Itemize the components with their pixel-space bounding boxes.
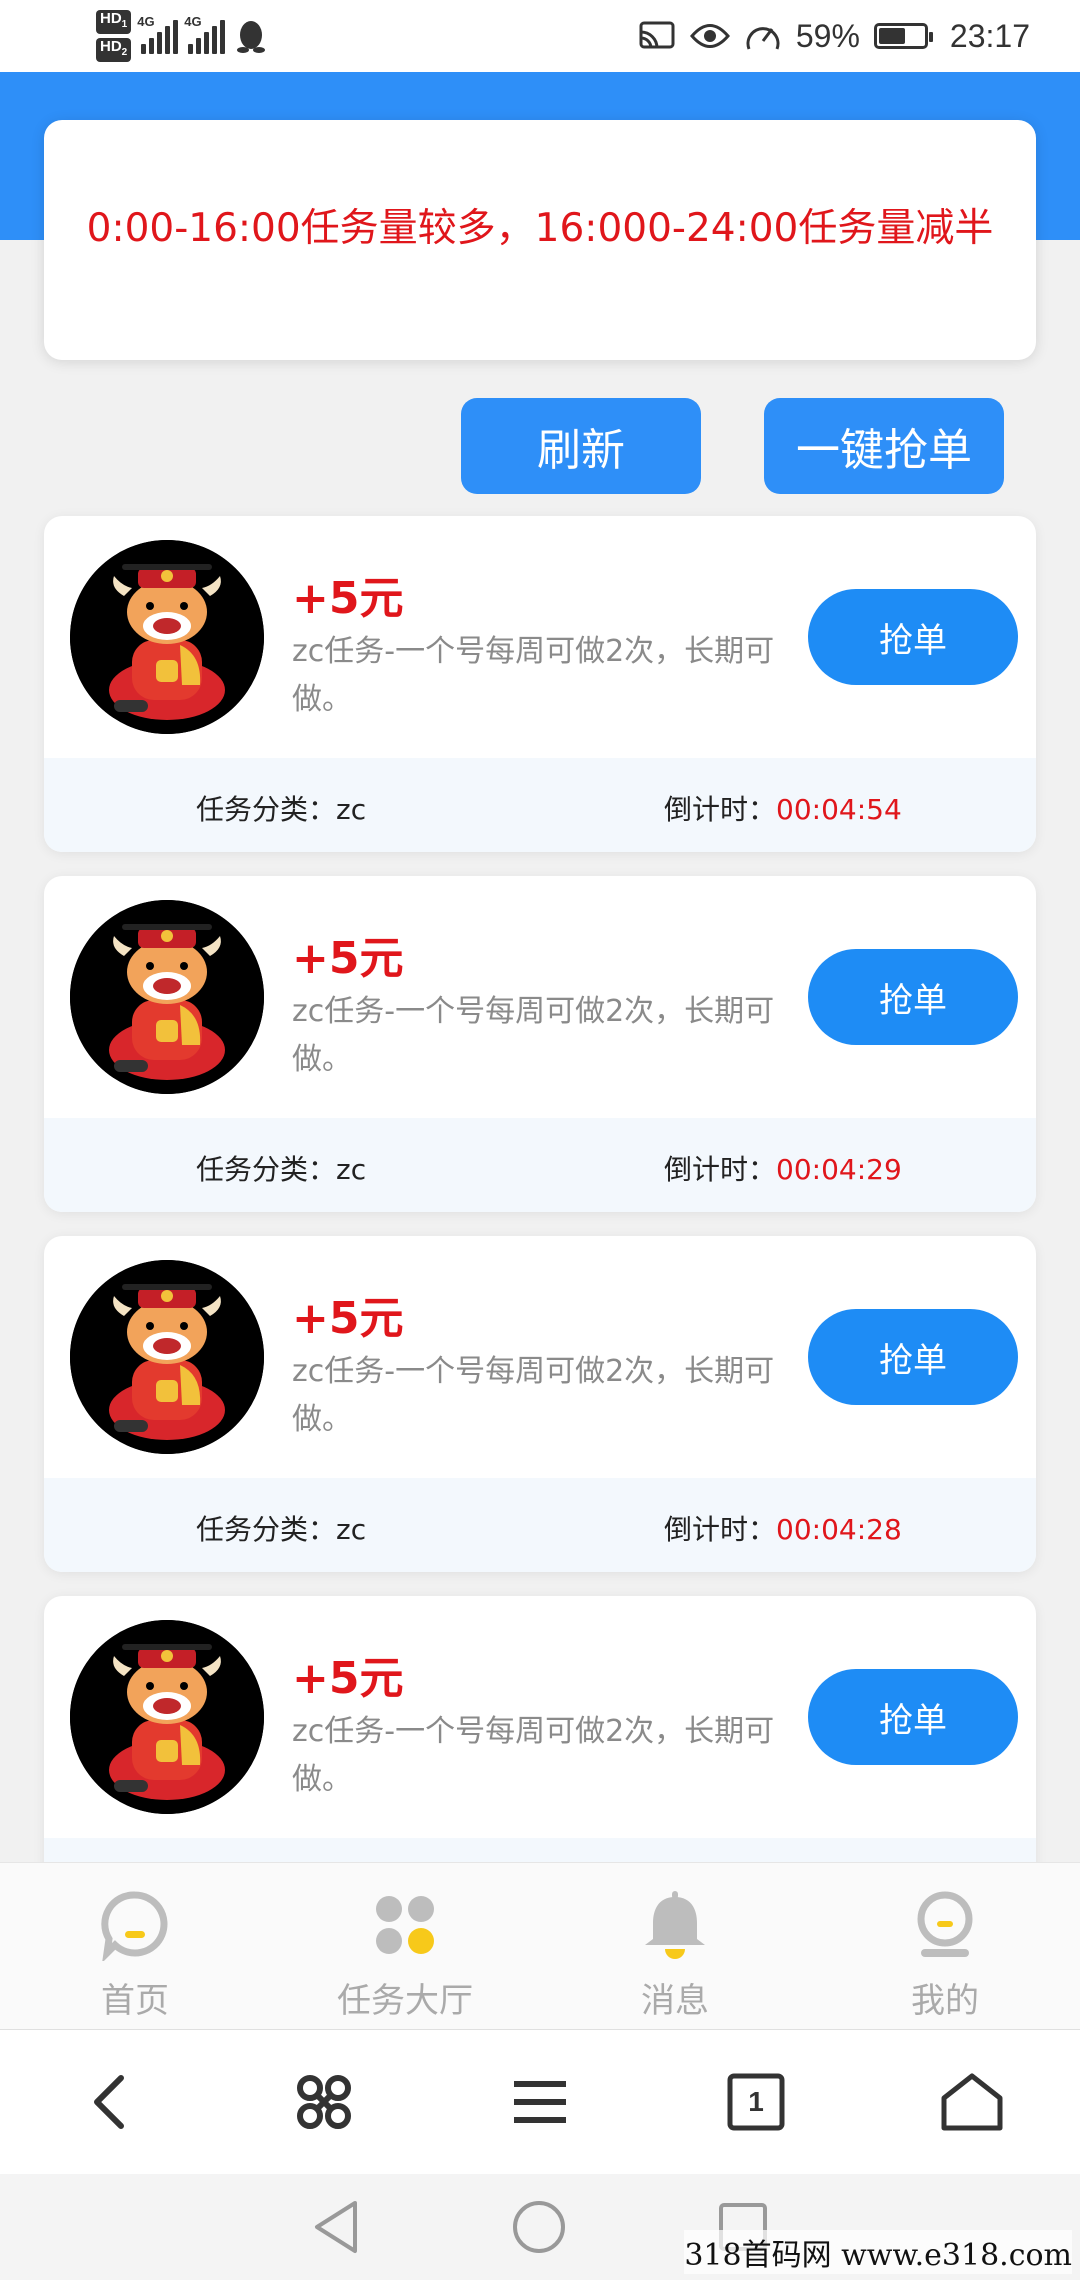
home-chat-icon (101, 1891, 168, 1961)
bottom-tab-bar: 首页 任务大厅 消息 我的 (0, 1862, 1080, 2030)
hd1-badge: HD1 (96, 10, 132, 34)
reward-amount: +5元 (292, 1293, 404, 1344)
reward-amount: +5元 (292, 1653, 404, 1704)
tab-label: 消息 (641, 1981, 709, 2021)
task-card: +5元 zc任务-一个号每周可做2次，长期可做。 抢单 任务分类：zc 倒计时：… (44, 516, 1036, 852)
grab-order-button[interactable]: 抢单 (808, 1669, 1018, 1765)
tab-label: 首页 (101, 1981, 169, 2021)
menu-icon (514, 2081, 566, 2123)
task-category: 任务分类：zc (196, 1153, 367, 1186)
notice-text: 0:00-16:00任务量较多，16:000-24:00任务量减半 (86, 206, 994, 251)
caishen-ox-icon (70, 1260, 264, 1454)
task-countdown: 倒计时：00:04:54 (664, 793, 902, 826)
task-description: zc任务-一个号每周可做2次，长期可做。 (292, 634, 775, 717)
eye-icon (689, 24, 730, 48)
avatar (70, 1260, 264, 1454)
avatar (70, 540, 264, 734)
tabs-button[interactable]: 1 (716, 2062, 796, 2142)
tab-label: 任务大厅 (337, 1981, 473, 2021)
tab-mine[interactable]: 我的 (810, 1863, 1080, 2029)
nav-home-icon[interactable] (511, 2199, 567, 2255)
grab-all-button[interactable]: 一键抢单 (764, 398, 1004, 494)
task-card-body: +5元 zc任务-一个号每周可做2次，长期可做。 抢单 (44, 1596, 1036, 1838)
status-bar: HD1 HD2 4G 4G 59% 23:17 (0, 0, 1080, 72)
task-card-body: +5元 zc任务-一个号每周可做2次，长期可做。 抢单 (44, 876, 1036, 1118)
grab-order-button[interactable]: 抢单 (808, 1309, 1018, 1405)
signal-1-icon: 4G (137, 14, 179, 54)
caishen-ox-icon (70, 1620, 264, 1814)
tab-label: 我的 (911, 1981, 979, 2021)
task-meta: 任务分类：zc 倒计时：00:04:29 (44, 1118, 1036, 1212)
hd2-badge: HD2 (96, 38, 132, 62)
task-description: zc任务-一个号每周可做2次，长期可做。 (292, 994, 775, 1077)
task-card: +5元 zc任务-一个号每周可做2次，长期可做。 抢单 任务分类：zc 倒计时：… (44, 876, 1036, 1212)
grab-order-button[interactable]: 抢单 (808, 949, 1018, 1045)
home-button[interactable] (932, 2062, 1012, 2142)
bell-icon (645, 1891, 705, 1959)
task-meta: 任务分类：zc 倒计时：00:04:28 (44, 1478, 1036, 1572)
back-icon (94, 2075, 124, 2129)
tab-messages[interactable]: 消息 (540, 1863, 810, 2029)
hd-indicators: HD1 HD2 (96, 10, 132, 62)
task-countdown: 倒计时：00:04:28 (664, 1513, 902, 1546)
task-hall-icon (376, 1896, 434, 1954)
tab-home[interactable]: 首页 (0, 1863, 270, 2029)
nav-back-icon[interactable] (311, 2199, 361, 2255)
notice-card: 0:00-16:00任务量较多，16:000-24:00任务量减半 (44, 120, 1036, 360)
tab-task-hall[interactable]: 任务大厅 (270, 1863, 540, 2029)
caishen-ox-icon (70, 540, 264, 734)
caishen-ox-icon (70, 900, 264, 1094)
reward-amount: +5元 (292, 573, 404, 624)
signal-2-icon: 4G (184, 14, 226, 54)
task-description: zc任务-一个号每周可做2次，长期可做。 (292, 1354, 775, 1437)
battery-icon (873, 23, 933, 49)
cast-icon (639, 21, 675, 49)
task-category: 任务分类：zc (196, 793, 367, 826)
task-list: +5元 zc任务-一个号每周可做2次，长期可做。 抢单 任务分类：zc 倒计时：… (44, 516, 1036, 1956)
task-card: +5元 zc任务-一个号每周可做2次，长期可做。 抢单 任务分类：zc 倒计时：… (44, 1236, 1036, 1572)
status-bar-right: 59% 23:17 (638, 10, 1030, 62)
task-description: zc任务-一个号每周可做2次，长期可做。 (292, 1714, 775, 1797)
menu-button[interactable] (500, 2062, 580, 2142)
command-button[interactable] (284, 2062, 364, 2142)
clock: 23:17 (949, 17, 1030, 54)
status-bar-left: HD1 HD2 4G 4G (96, 6, 267, 66)
tab-count: 1 (748, 2086, 764, 2117)
battery-percent: 59% (795, 17, 860, 54)
task-countdown: 倒计时：00:04:29 (664, 1153, 902, 1186)
qq-penguin-icon (237, 21, 266, 53)
task-card-body: +5元 zc任务-一个号每周可做2次，长期可做。 抢单 (44, 516, 1036, 758)
refresh-button[interactable]: 刷新 (461, 398, 701, 494)
profile-icon (917, 1891, 973, 1957)
avatar (70, 1620, 264, 1814)
reward-amount: +5元 (292, 933, 404, 984)
task-category: 任务分类：zc (196, 1513, 367, 1546)
task-meta: 任务分类：zc 倒计时：00:04:54 (44, 758, 1036, 852)
back-button[interactable] (68, 2062, 148, 2142)
watermark: 318首码网 www.e318.com (684, 2230, 1072, 2274)
avatar (70, 900, 264, 1094)
browser-toolbar: 1 (0, 2030, 1080, 2174)
speed-icon (746, 27, 780, 50)
task-card-body: +5元 zc任务-一个号每周可做2次，长期可做。 抢单 (44, 1236, 1036, 1478)
home-icon (941, 2073, 1003, 2131)
grab-order-button[interactable]: 抢单 (808, 589, 1018, 685)
command-icon (297, 2075, 351, 2129)
